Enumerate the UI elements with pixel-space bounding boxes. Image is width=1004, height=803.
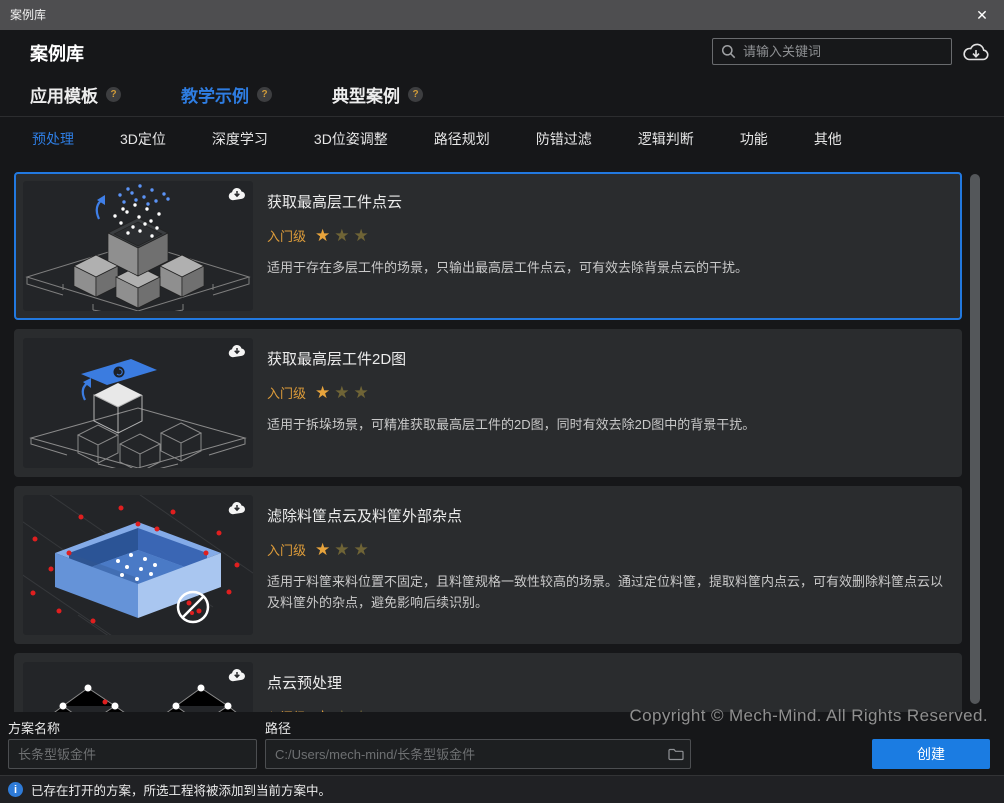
star-rating: ★★★ (315, 227, 369, 244)
info-bar: i 已存在打开的方案，所选工程将被添加到当前方案中。 (0, 775, 1004, 803)
card-thumbnail (23, 662, 253, 712)
difficulty-level: 入门级 (267, 540, 306, 559)
search-box[interactable] (712, 38, 952, 65)
copyright-text: Copyright © Mech-Mind. All Rights Reserv… (629, 706, 988, 726)
close-icon[interactable]: ✕ (960, 0, 1004, 30)
card-thumbnail (23, 495, 253, 635)
info-icon: i (8, 782, 23, 797)
subtab-3d-locating[interactable]: 3D定位 (120, 129, 166, 149)
help-icon[interactable]: ? (408, 87, 423, 102)
folder-icon (668, 747, 684, 761)
pallet-boxes-2d-image-illustration (23, 338, 253, 468)
star-rating: ★★★ (315, 541, 369, 558)
card-description: 适用于存在多层工件的场景，只输出最高层工件点云，可有效去除背景点云的干扰。 (267, 258, 949, 279)
browse-folder-button[interactable] (662, 740, 690, 768)
scheme-name-label: 方案名称 (8, 718, 60, 737)
subtab-error-filtering[interactable]: 防错过滤 (536, 129, 592, 149)
star-icon: ★ (354, 227, 369, 244)
card-rating: 入门级 ★★★ (267, 540, 949, 559)
card-description: 适用于拆垛场景，可精准获取最高层工件的2D图，同时有效去除2D图中的背景干扰。 (267, 415, 949, 436)
page-title: 案例库 (30, 40, 84, 66)
subtab-preprocessing[interactable]: 预处理 (32, 129, 74, 149)
card-title: 滤除料筐点云及料筐外部杂点 (267, 505, 949, 526)
star-icon: ★ (334, 541, 349, 558)
tab-application-templates[interactable]: 应用模板 ? (30, 82, 121, 107)
card-rating: 入门级 ★★★ (267, 383, 949, 402)
card-rating: 入门级 ★★★ (267, 226, 949, 245)
vertical-scrollbar (970, 172, 980, 710)
difficulty-level: 入门级 (267, 707, 306, 712)
star-icon: ★ (334, 384, 349, 401)
cloud-download-button[interactable] (960, 38, 992, 65)
download-cloud-icon[interactable] (228, 344, 246, 364)
card-thumbnail (23, 181, 253, 311)
star-rating: ★★★ (315, 384, 369, 401)
path-field (265, 739, 691, 769)
star-icon: ★ (315, 227, 330, 244)
bin-point-cloud-filter-illustration (23, 495, 253, 635)
card-body: 点云预处理 入门级 ★ ★ ★ (253, 662, 953, 712)
cloud-download-icon (962, 40, 990, 64)
star-icon: ★ (354, 541, 369, 558)
star-icon: ★ (354, 708, 369, 712)
help-icon[interactable]: ? (257, 87, 272, 102)
scheme-name-input[interactable] (9, 747, 256, 762)
case-card-highest-layer-point-cloud[interactable]: 获取最高层工件点云 入门级 ★★★ 适用于存在多层工件的场景，只输出最高层工件点… (14, 172, 962, 320)
difficulty-level: 入门级 (267, 383, 306, 402)
subtab-3d-pose-adjustment[interactable]: 3D位姿调整 (314, 129, 388, 149)
card-thumbnail (23, 338, 253, 468)
star-icon: ★ (334, 227, 349, 244)
subtab-others[interactable]: 其他 (814, 129, 842, 149)
scheme-name-field (8, 739, 257, 769)
star-icon: ★ (354, 384, 369, 401)
tab-tutorial-examples[interactable]: 教学示例 ? (181, 82, 272, 107)
card-body: 滤除料筐点云及料筐外部杂点 入门级 ★★★ 适用于料筐来料位置不固定，且料筐规格… (253, 495, 953, 635)
card-title: 获取最高层工件点云 (267, 191, 949, 212)
path-label: 路径 (265, 718, 291, 737)
search-icon (721, 44, 736, 59)
download-cloud-icon[interactable] (228, 187, 246, 207)
star-icon: ★ (315, 384, 330, 401)
card-title: 点云预处理 (267, 672, 949, 693)
star-icon: ★ (334, 708, 349, 712)
window-titlebar: 案例库 ✕ (0, 0, 1004, 30)
scrollbar-thumb[interactable] (970, 174, 980, 704)
difficulty-level: 入门级 (267, 226, 306, 245)
info-message: 已存在打开的方案，所选工程将被添加到当前方案中。 (31, 780, 331, 799)
star-icon: ★ (315, 541, 330, 558)
pallet-boxes-point-cloud-illustration (23, 181, 253, 311)
subtab-deep-learning[interactable]: 深度学习 (212, 129, 268, 149)
window-title: 案例库 (10, 0, 46, 30)
category-tabs: 预处理 3D定位 深度学习 3D位姿调整 路径规划 防错过滤 逻辑判断 功能 其… (0, 116, 1004, 160)
case-card-point-cloud-preprocessing[interactable]: 点云预处理 入门级 ★ ★ ★ (14, 653, 962, 712)
card-title: 获取最高层工件2D图 (267, 348, 949, 369)
help-icon[interactable]: ? (106, 87, 121, 102)
download-cloud-icon[interactable] (228, 668, 246, 688)
download-cloud-icon[interactable] (228, 501, 246, 521)
subtab-functions[interactable]: 功能 (740, 129, 768, 149)
subtab-path-planning[interactable]: 路径规划 (434, 129, 490, 149)
case-card-bin-filter[interactable]: 滤除料筐点云及料筐外部杂点 入门级 ★★★ 适用于料筐来料位置不固定，且料筐规格… (14, 486, 962, 644)
tab-typical-cases[interactable]: 典型案例 ? (332, 82, 423, 107)
case-card-highest-layer-2d-image[interactable]: 获取最高层工件2D图 入门级 ★★★ 适用于拆垛场景，可精准获取最高层工件的2D… (14, 329, 962, 477)
card-body: 获取最高层工件2D图 入门级 ★★★ 适用于拆垛场景，可精准获取最高层工件的2D… (253, 338, 953, 468)
search-input[interactable] (743, 44, 943, 59)
point-cloud-mesh-illustration (23, 662, 253, 712)
main-tabs: 应用模板 ? 教学示例 ? 典型案例 ? (30, 82, 423, 107)
star-icon: ★ (315, 708, 330, 712)
card-body: 获取最高层工件点云 入门级 ★★★ 适用于存在多层工件的场景，只输出最高层工件点… (253, 181, 953, 311)
path-input[interactable] (266, 747, 662, 762)
star-rating: ★ ★ ★ (315, 708, 369, 712)
subtab-logic-judgment[interactable]: 逻辑判断 (638, 129, 694, 149)
create-button[interactable]: 创建 (872, 739, 990, 769)
case-card-list: 获取最高层工件点云 入门级 ★★★ 适用于存在多层工件的场景，只输出最高层工件点… (14, 172, 962, 712)
card-description: 适用于料筐来料位置不固定，且料筐规格一致性较高的场景。通过定位料筐，提取料筐内点… (267, 572, 949, 614)
